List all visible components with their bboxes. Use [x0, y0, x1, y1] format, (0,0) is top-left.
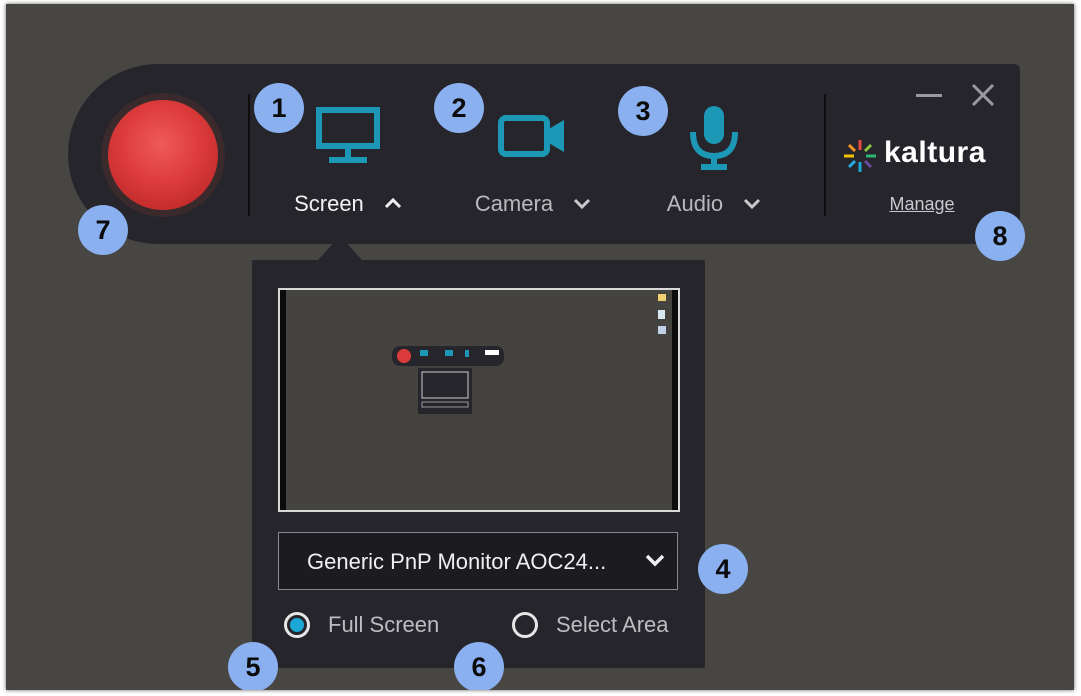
callout-8: 8 [975, 211, 1025, 261]
screen-options-panel: Generic PnP Monitor AOC24... Full Screen… [252, 260, 705, 668]
chevron-down-icon [744, 199, 761, 210]
callout-1: 1 [254, 83, 304, 133]
screen-source-label: Screen [268, 191, 428, 217]
callout-6: 6 [454, 642, 504, 690]
record-button[interactable] [108, 100, 218, 210]
chevron-up-icon [384, 198, 401, 209]
chevron-down-icon [645, 554, 665, 567]
callout-7: 7 [78, 205, 128, 255]
callout-4: 4 [698, 544, 748, 594]
microphone-icon [690, 106, 738, 170]
kaltura-logo: kaltura [838, 136, 996, 174]
close-icon[interactable] [970, 82, 996, 108]
radio-circle [512, 612, 538, 638]
monitor-select-value: Generic PnP Monitor AOC24... [307, 549, 607, 574]
audio-source-label: Audio [634, 191, 794, 217]
minimize-icon[interactable] [914, 82, 944, 108]
desktop-background: Screen Camera Audio kaltura Manage Gener… [6, 4, 1074, 690]
capture-toolbar: Screen Camera Audio kaltura Manage [68, 64, 1020, 244]
toolbar-divider [824, 94, 826, 216]
full-screen-radio[interactable]: Full Screen [284, 610, 484, 644]
callout-2: 2 [434, 83, 484, 133]
radio-selected-dot [290, 618, 304, 632]
brand-name: kaltura [884, 136, 986, 169]
screen-preview [278, 288, 680, 512]
panel-pointer [318, 236, 362, 260]
manage-link[interactable]: Manage [882, 194, 962, 215]
kaltura-logo-icon [844, 140, 876, 172]
monitor-icon [316, 107, 380, 163]
screen-thumbnail [392, 294, 666, 414]
full-screen-label: Full Screen [328, 612, 440, 637]
toolbar-divider [248, 94, 250, 216]
callout-5: 5 [228, 642, 278, 690]
chevron-down-icon [574, 199, 591, 210]
select-area-label: Select Area [556, 612, 669, 637]
monitor-select[interactable]: Generic PnP Monitor AOC24... [278, 532, 678, 590]
callout-3: 3 [618, 86, 668, 136]
camera-source-label: Camera [453, 191, 613, 217]
camera-icon [498, 115, 564, 157]
select-area-radio[interactable]: Select Area [512, 610, 692, 644]
